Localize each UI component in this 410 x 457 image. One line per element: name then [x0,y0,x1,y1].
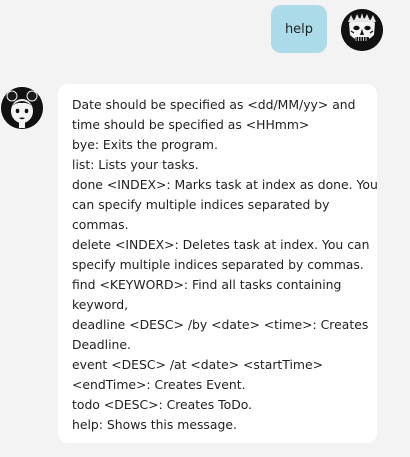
help-line-find-cont: keyword, [72,297,129,312]
help-line-todo: todo <DESC>: Creates ToDo. [72,397,253,412]
user-message-bubble: help [271,5,327,53]
bot-avatar-icon [1,87,43,129]
user-avatar-icon [341,9,383,51]
help-line-done-cont: can specify multiple indices separated b… [72,197,330,212]
help-line-delete-cont: specify multiple indices separated by co… [72,257,364,272]
help-line-time-format: time should be specified as <HHmm> [72,117,310,132]
help-line-done: done <INDEX>: Marks task at index as don… [72,177,378,192]
bot-message-bubble: Date should be specified as <dd/MM/yy> a… [58,84,378,443]
help-line-bye: bye: Exits the program. [72,137,218,152]
help-line-event: event <DESC> /at <date> <startTime> [72,357,323,372]
help-line-help: help: Shows this message. [72,417,237,432]
user-message-text: help [284,21,314,37]
help-line-done-cont2: commas. [72,217,129,232]
help-line-find: find <KEYWORD>: Find all tasks containin… [72,277,342,292]
help-line-list: list: Lists your tasks. [72,157,199,172]
help-line-date-format: Date should be specified as <dd/MM/yy> a… [72,97,356,112]
help-line-deadline: deadline <DESC> /by <date> <time>: Creat… [72,317,369,332]
help-line-deadline-cont: Deadline. [72,337,131,352]
chat-window: help Date should be specified as <dd/MM/… [0,0,410,457]
help-line-event-cont: <endTime>: Creates Event. [72,377,246,392]
help-line-delete: delete <INDEX>: Deletes task at index. Y… [72,237,370,252]
